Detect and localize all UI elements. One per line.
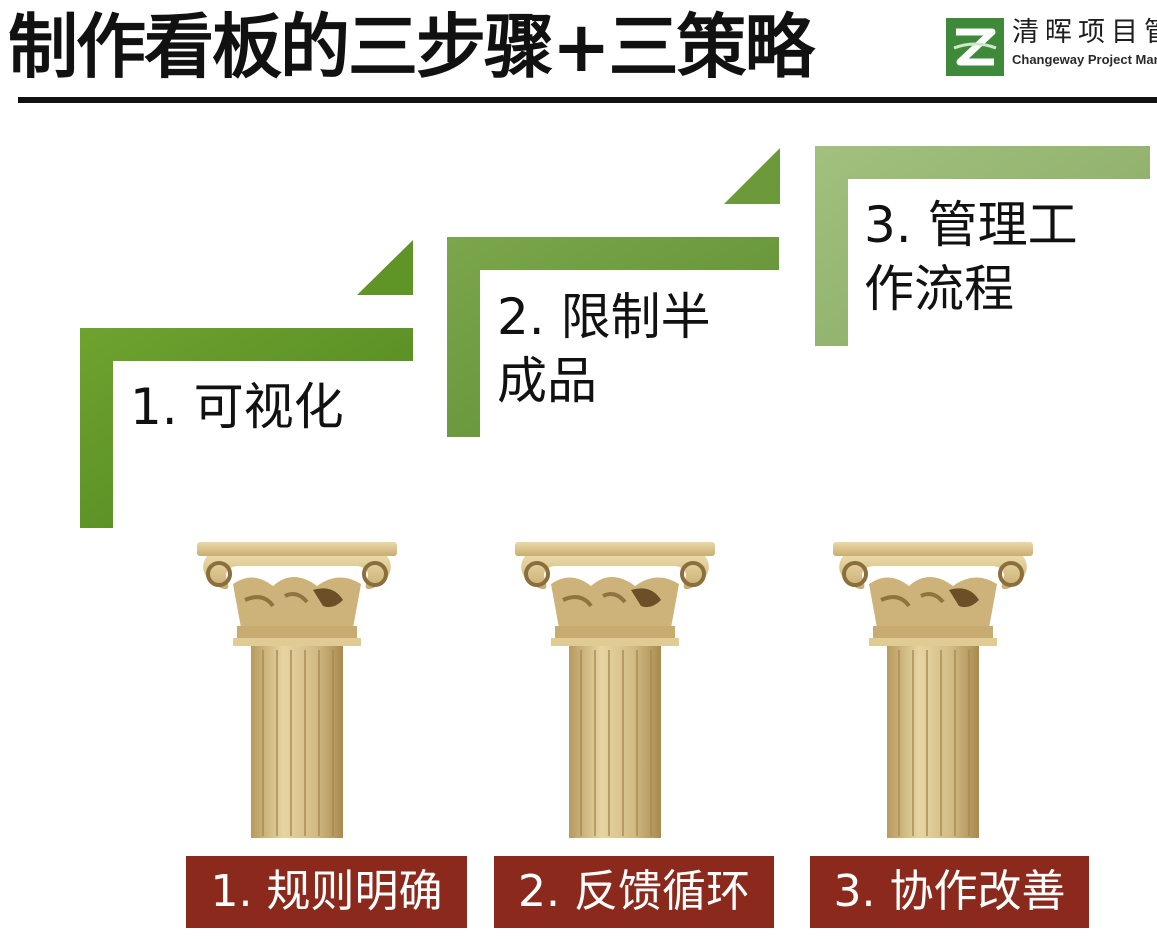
step-2-triangle — [724, 148, 780, 204]
step-2-label-line1: 2. 限制半 — [497, 288, 711, 346]
corinthian-column-icon — [515, 542, 715, 838]
step-1-triangle — [357, 240, 413, 295]
pillar-2-label: 2. 反馈循环 — [494, 856, 774, 928]
step-1-label-line1: 1. 可视化 — [130, 378, 344, 436]
step-2-label: 2. 限制半 成品 — [497, 285, 777, 413]
corinthian-column-icon — [833, 542, 1033, 838]
pillar-3-label: 3. 协作改善 — [810, 856, 1089, 928]
step-3-label: 3. 管理工 作流程 — [864, 193, 1134, 321]
step-3-label-line2: 作流程 — [864, 260, 1014, 318]
step-2-label-line2: 成品 — [497, 352, 597, 410]
pillar-1-label: 1. 规则明确 — [186, 856, 467, 928]
corinthian-column-icon — [197, 542, 397, 838]
step-1-label: 1. 可视化 — [130, 375, 344, 439]
step-3-label-line1: 3. 管理工 — [864, 196, 1078, 254]
